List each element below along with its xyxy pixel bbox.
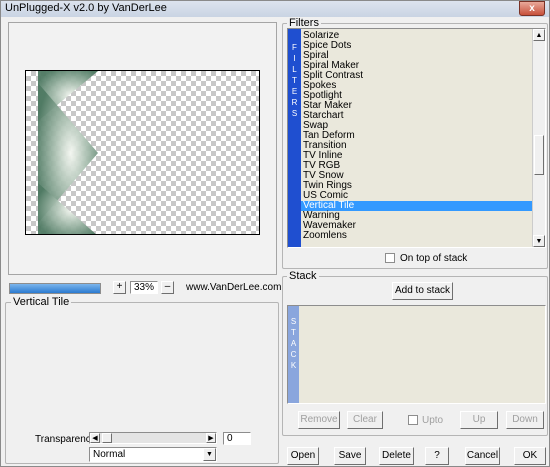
blend-mode-value: Normal (93, 449, 126, 460)
open-button[interactable]: Open (287, 447, 319, 465)
website-link[interactable]: www.VanDerLee.com (186, 282, 281, 293)
transparency-slider-thumb[interactable] (102, 433, 112, 443)
title-bar[interactable]: UnPlugged-X v2.0 by VanDerLee x (1, 1, 549, 17)
scroll-up-icon[interactable]: ▲ (533, 29, 545, 41)
filter-list-item[interactable]: Starchart (301, 111, 533, 121)
stack-list-box[interactable]: S T A C K (287, 305, 546, 404)
scroll-down-icon[interactable]: ▼ (533, 235, 545, 247)
upto-checkbox[interactable] (408, 415, 418, 425)
save-button[interactable]: Save (334, 447, 366, 465)
filter-settings-label: Vertical Tile (11, 296, 72, 308)
filter-list[interactable]: Solarize Spice Dots Spiral Spiral Maker Spli… (301, 31, 533, 245)
cancel-button[interactable]: Cancel (465, 447, 500, 465)
ok-button[interactable]: OK (514, 447, 546, 465)
up-button[interactable]: Up (460, 411, 498, 429)
remove-button[interactable]: Remove (298, 411, 340, 429)
add-to-stack-button[interactable]: Add to stack (392, 282, 453, 300)
preview-pane (8, 22, 277, 275)
zoom-out-button[interactable]: – (161, 281, 174, 294)
transparency-label: Transparency (35, 434, 96, 445)
zoom-in-button[interactable]: + (113, 281, 126, 294)
filter-list-item[interactable]: Zoomlens (301, 231, 533, 241)
on-top-of-stack-label: On top of stack (400, 253, 468, 264)
help-button[interactable]: ? (425, 447, 449, 465)
slider-right-arrow-icon[interactable]: ▶ (206, 433, 216, 443)
transparency-slider[interactable]: ◀ ▶ (89, 432, 217, 444)
filter-list-item[interactable]: Spice Dots (301, 41, 533, 51)
on-top-of-stack-checkbox[interactable] (385, 253, 395, 263)
stack-group-label: Stack (287, 270, 319, 282)
preview-canvas[interactable] (25, 70, 260, 235)
preview-image (38, 71, 98, 234)
down-button[interactable]: Down (506, 411, 544, 429)
transparency-value-field[interactable]: 0 (223, 432, 251, 445)
filters-vertical-tab: F I L T E R S (288, 29, 301, 247)
zoom-level: 33% (130, 281, 158, 294)
render-progress-bar (9, 283, 101, 294)
clear-button[interactable]: Clear (347, 411, 383, 429)
render-progress-fill (10, 284, 100, 293)
delete-button[interactable]: Delete (379, 447, 414, 465)
chevron-down-icon[interactable]: ▼ (203, 448, 216, 461)
filter-list-box: F I L T E R S Solarize Spice Dots Spiral Sp… (287, 28, 546, 248)
blend-mode-select[interactable]: Normal ▼ (89, 447, 217, 462)
close-button[interactable]: x (519, 1, 545, 16)
scrollbar-thumb[interactable] (534, 135, 544, 175)
stack-vertical-tab: S T A C K (288, 306, 299, 403)
upto-label: Upto (422, 415, 444, 426)
filter-list-scrollbar[interactable]: ▲ ▼ (532, 29, 545, 247)
window-title: UnPlugged-X v2.0 by VanDerLee (5, 2, 167, 14)
slider-left-arrow-icon[interactable]: ◀ (90, 433, 100, 443)
plugin-window: UnPlugged-X v2.0 by VanDerLee x + 33% – … (0, 0, 550, 467)
